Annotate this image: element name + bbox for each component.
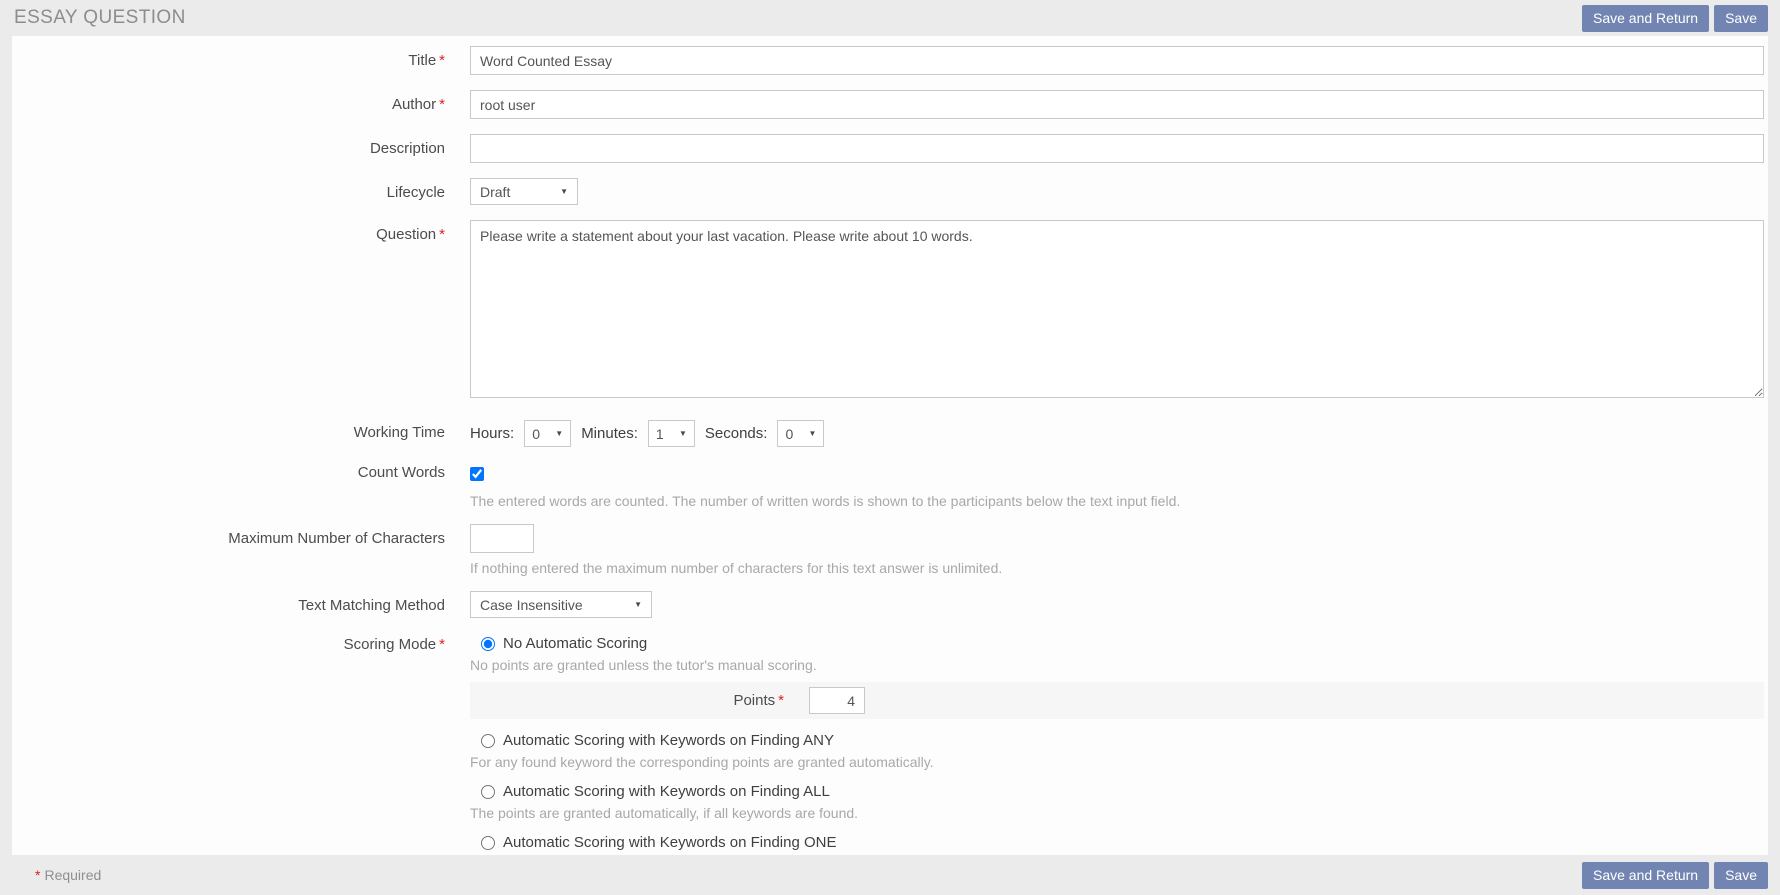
description-label: Description [12, 134, 445, 163]
max-characters-input[interactable] [470, 524, 534, 553]
bottom-toolbar: *Required Save and Return Save [0, 855, 1780, 895]
description-row: Description [12, 134, 1768, 163]
lifecycle-row: Lifecycle Draft ▼ [12, 178, 1768, 205]
seconds-label: Seconds: [705, 425, 768, 442]
points-input[interactable] [809, 687, 865, 714]
hours-label: Hours: [470, 425, 514, 442]
required-asterisk: * [778, 692, 784, 709]
description-input[interactable] [470, 134, 1764, 163]
essay-question-form: Title* Author* Description Lifecycle Dra… [12, 36, 1768, 855]
bottom-button-group: Save and Return Save [1582, 862, 1768, 889]
dropdown-arrow-icon: ▼ [634, 600, 642, 609]
title-label: Title* [12, 46, 445, 75]
keywords-any-help: For any found keyword the corresponding … [470, 754, 1764, 770]
lifecycle-select[interactable]: Draft ▼ [470, 178, 578, 205]
scoring-option-keywords-any: Automatic Scoring with Keywords on Findi… [470, 732, 1764, 770]
save-button[interactable]: Save [1714, 5, 1768, 32]
keywords-any-radio[interactable] [481, 734, 495, 748]
keywords-all-radio[interactable] [481, 785, 495, 799]
text-matching-select[interactable]: Case Insensitive ▼ [470, 591, 652, 618]
no-automatic-scoring-help: No points are granted unless the tutor's… [470, 657, 1764, 673]
save-and-return-button[interactable]: Save and Return [1582, 862, 1709, 889]
save-and-return-button[interactable]: Save and Return [1582, 5, 1709, 32]
required-asterisk: * [439, 636, 445, 653]
scoring-mode-label: Scoring Mode* [12, 633, 445, 855]
keywords-any-label[interactable]: Automatic Scoring with Keywords on Findi… [503, 732, 834, 749]
count-words-row: Count Words The entered words are counte… [12, 462, 1768, 509]
dropdown-arrow-icon: ▼ [560, 187, 568, 196]
points-label: Points* [470, 692, 784, 709]
no-automatic-scoring-label[interactable]: No Automatic Scoring [503, 635, 647, 652]
top-button-group: Save and Return Save [1582, 5, 1768, 32]
required-asterisk: * [35, 867, 40, 883]
no-automatic-scoring-radio[interactable] [481, 637, 495, 651]
minutes-label: Minutes: [581, 425, 638, 442]
scoring-option-keywords-one: Automatic Scoring with Keywords on Findi… [470, 834, 1764, 855]
text-matching-row: Text Matching Method Case Insensitive ▼ [12, 591, 1768, 618]
seconds-value: 0 [785, 426, 793, 442]
count-words-label: Count Words [12, 462, 445, 509]
max-characters-label: Maximum Number of Characters [12, 524, 445, 576]
title-row: Title* [12, 46, 1768, 75]
save-button[interactable]: Save [1714, 862, 1768, 889]
scoring-option-keywords-all: Automatic Scoring with Keywords on Findi… [470, 783, 1764, 821]
keywords-all-help: The points are granted automatically, if… [470, 805, 1764, 821]
scoring-option-no-automatic: No Automatic Scoring No points are grant… [470, 635, 1764, 719]
max-characters-row: Maximum Number of Characters If nothing … [12, 524, 1768, 576]
title-input[interactable] [470, 46, 1764, 75]
keywords-all-label[interactable]: Automatic Scoring with Keywords on Findi… [503, 783, 830, 800]
keywords-one-label[interactable]: Automatic Scoring with Keywords on Findi… [503, 834, 836, 851]
max-characters-help: If nothing entered the maximum number of… [470, 560, 1764, 576]
keywords-one-radio[interactable] [481, 836, 495, 850]
lifecycle-selected-value: Draft [480, 184, 510, 200]
required-asterisk: * [439, 96, 445, 113]
author-label: Author* [12, 90, 445, 119]
seconds-select[interactable]: 0 ▼ [777, 420, 824, 447]
question-label: Question* [12, 220, 445, 403]
hours-select[interactable]: 0 ▼ [524, 420, 571, 447]
working-time-row: Working Time Hours: 0 ▼ Minutes: 1 ▼ Sec… [12, 418, 1768, 447]
hours-value: 0 [532, 426, 540, 442]
scoring-mode-row: Scoring Mode* No Automatic Scoring No po… [12, 633, 1768, 855]
working-time-label: Working Time [12, 418, 445, 447]
author-row: Author* [12, 90, 1768, 119]
question-row: Question* [12, 220, 1768, 403]
question-textarea[interactable] [470, 220, 1764, 398]
required-asterisk: * [439, 52, 445, 69]
author-input[interactable] [470, 90, 1764, 119]
count-words-help: The entered words are counted. The numbe… [470, 493, 1764, 509]
text-matching-selected-value: Case Insensitive [480, 597, 583, 613]
points-subpanel: Points* [470, 682, 1764, 719]
required-asterisk: * [439, 226, 445, 243]
text-matching-label: Text Matching Method [12, 591, 445, 618]
minutes-value: 1 [656, 426, 664, 442]
dropdown-arrow-icon: ▼ [809, 429, 817, 438]
count-words-checkbox[interactable] [470, 467, 484, 481]
page-title: ESSAY QUESTION [14, 7, 186, 29]
lifecycle-label: Lifecycle [12, 178, 445, 205]
dropdown-arrow-icon: ▼ [679, 429, 687, 438]
dropdown-arrow-icon: ▼ [555, 429, 563, 438]
top-toolbar: ESSAY QUESTION Save and Return Save [0, 0, 1780, 36]
minutes-select[interactable]: 1 ▼ [648, 420, 695, 447]
required-note: *Required [35, 867, 101, 883]
